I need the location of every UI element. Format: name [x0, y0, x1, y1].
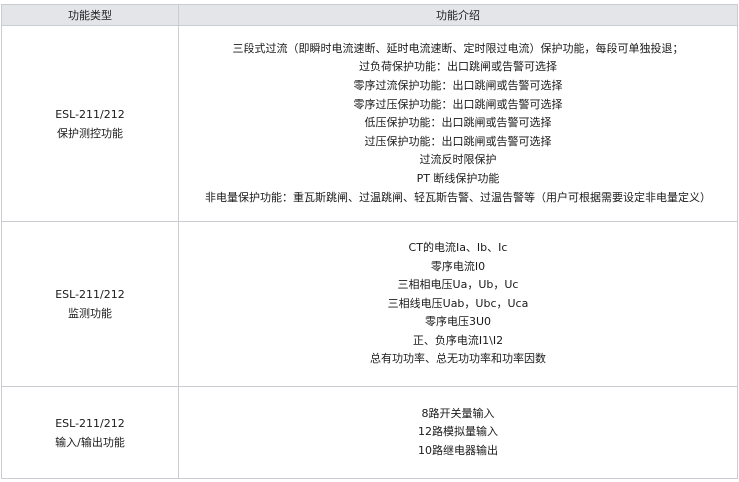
category-model: ESL-211/212 — [55, 107, 125, 121]
table-row: ESL-211/212 输入/输出功能 8路开关量输入 12路模拟量输入 10路… — [1, 386, 738, 479]
description-line: 过压保护功能：出口跳闸或告警可选择 — [364, 134, 552, 148]
description-line: 总有功功率、总无功功率和功率因数 — [370, 352, 546, 366]
header-function-description: 功能介绍 — [178, 4, 738, 26]
description-line: 过负荷保护功能：出口跳闸或告警可选择 — [359, 60, 557, 74]
description-line: 低压保护功能：出口跳闸或告警可选择 — [364, 116, 552, 130]
header-function-type: 功能类型 — [1, 4, 179, 26]
category-model: ESL-211/212 — [55, 416, 125, 430]
description-line: 零序电压3U0 — [424, 315, 492, 329]
description-line: 正、负序电流I1\I2 — [412, 333, 504, 347]
description-line: 零序电流I0 — [430, 259, 486, 273]
category-cell: ESL-211/212 输入/输出功能 — [1, 386, 179, 479]
category-cell: ESL-211/212 保护测控功能 — [1, 25, 179, 222]
category-name: 监测功能 — [68, 307, 112, 320]
category-model: ESL-211/212 — [55, 288, 125, 301]
function-table: 功能类型 功能介绍 ESL-211/212 保护测控功能 三段式过流（即瞬时电流… — [1, 4, 738, 479]
header-row: 功能类型 功能介绍 — [1, 4, 738, 26]
description-cell: CT的电流Ia、Ib、Ic 零序电流I0 三相相电压Ua，Ub，Uc 三相线电压… — [178, 221, 738, 387]
description-line: 8路开关量输入 — [421, 406, 495, 420]
category-name: 输入/输出功能 — [55, 435, 125, 449]
description-line: 零序过流保护功能：出口跳闸或告警可选择 — [353, 79, 563, 93]
description-line: PT 断线保护功能 — [416, 171, 500, 185]
description-line: 12路模拟量输入 — [418, 425, 498, 439]
category-cell: ESL-211/212 监测功能 — [1, 221, 179, 387]
description-line: 10路继电器输出 — [418, 443, 498, 457]
description-line: 过流反时限保护 — [419, 153, 497, 167]
description-line: 三段式过流（即瞬时电流速断、延时电流速断、定时限过电流）保护功能，每段可单独投退… — [232, 41, 684, 55]
table-row: ESL-211/212 保护测控功能 三段式过流（即瞬时电流速断、延时电流速断、… — [1, 25, 738, 222]
description-line: CT的电流Ia、Ib、Ic — [408, 240, 508, 254]
category-name: 保护测控功能 — [57, 126, 123, 140]
description-cell: 8路开关量输入 12路模拟量输入 10路继电器输出 — [178, 386, 738, 479]
description-cell: 三段式过流（即瞬时电流速断、延时电流速断、定时限过电流）保护功能，每段可单独投退… — [178, 25, 738, 222]
description-line: 三相相电压Ua，Ub，Uc — [397, 278, 519, 292]
description-line: 三相线电压Uab，Ubc，Uca — [387, 296, 529, 310]
description-line: 非电量保护功能：重瓦斯跳闸、过温跳闸、轻瓦斯告警、过温告警等（用户可根据需要设定… — [205, 190, 711, 204]
table-row: ESL-211/212 监测功能 CT的电流Ia、Ib、Ic 零序电流I0 三相… — [1, 221, 738, 387]
description-line: 零序过压保护功能：出口跳闸或告警可选择 — [353, 97, 563, 111]
